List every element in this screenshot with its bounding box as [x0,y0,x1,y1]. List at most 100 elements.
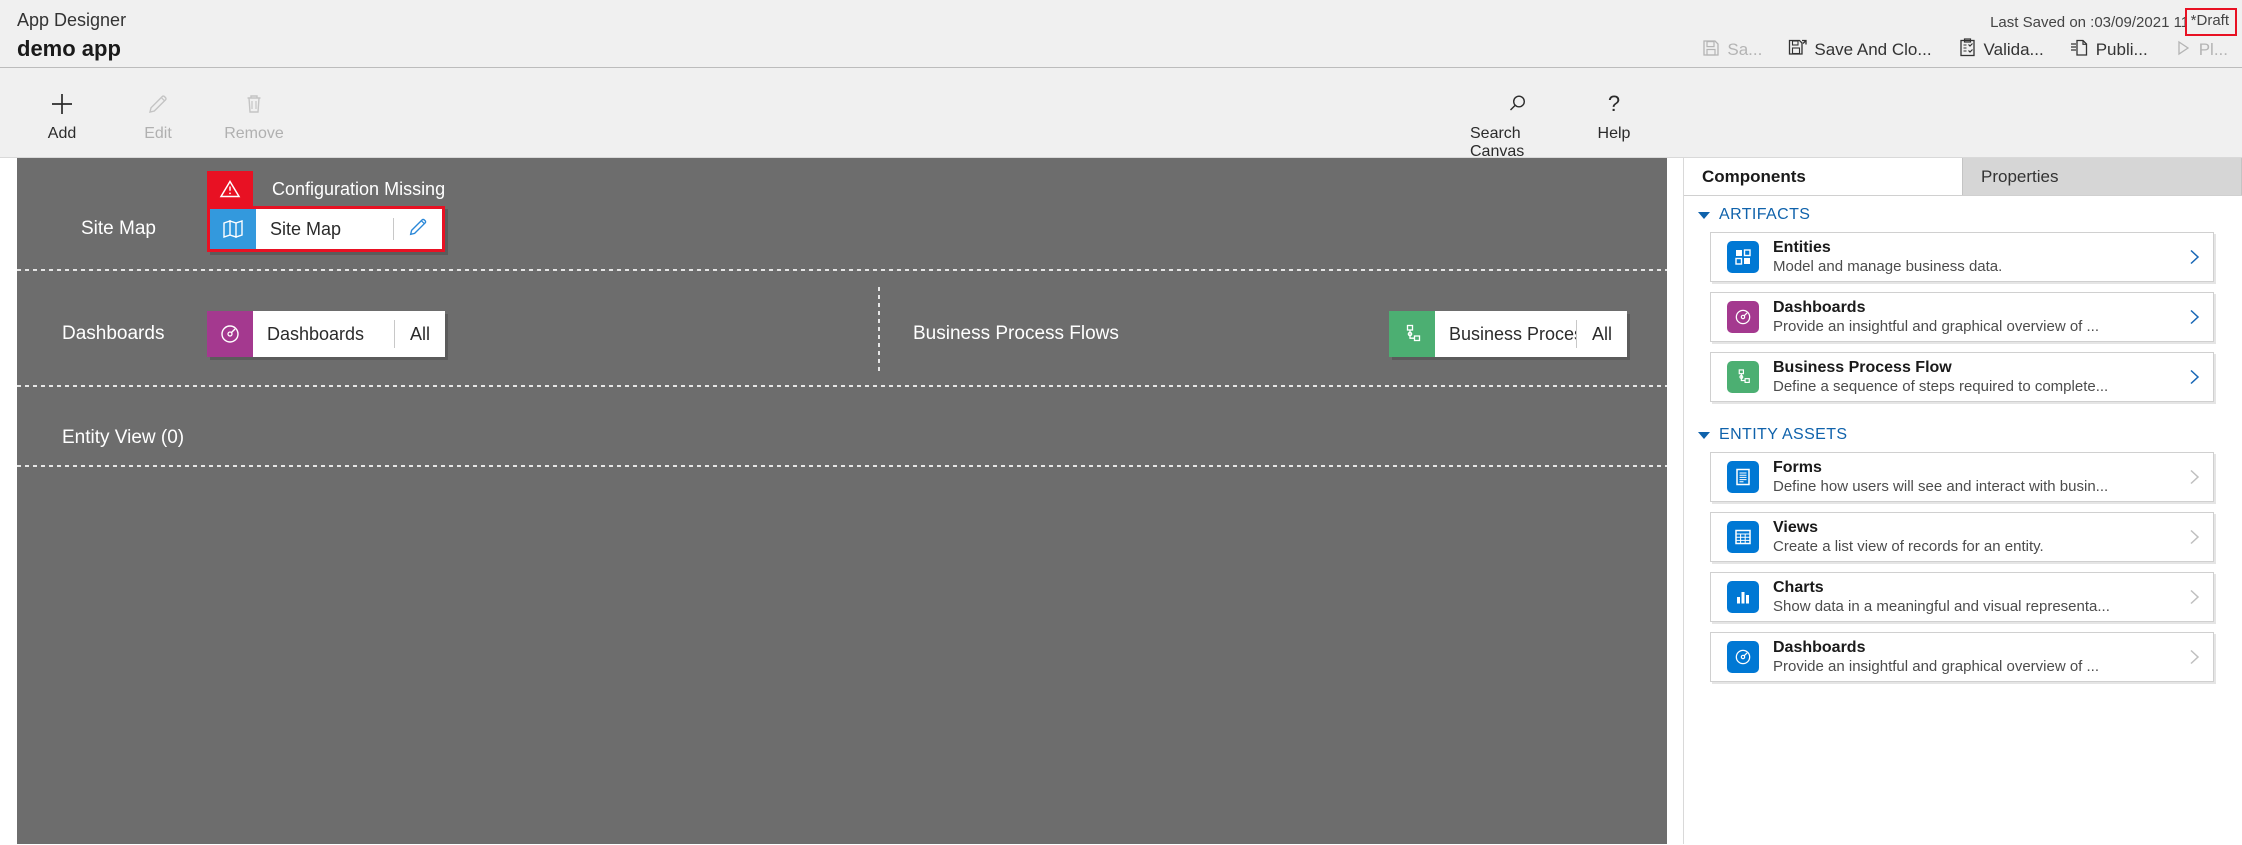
remove-button[interactable]: Remove [206,80,302,143]
header-action-group: Sa... Save And Clo... Valida... Publi... [1702,38,2228,62]
card-title: Charts [1773,578,1824,596]
bpf-tile-all-label[interactable]: All [1577,311,1627,357]
component-card-charts[interactable]: Charts Show data in a meaningful and vis… [1710,572,2214,622]
save-and-close-button[interactable]: Save And Clo... [1788,38,1932,62]
card-description: Provide an insightful and graphical over… [1773,657,2100,675]
canvas-section-sitemap: Site Map Configuration Missing Site Map [17,158,1667,271]
canvas-section-entity-view: Entity View (0) [17,387,1667,467]
dashboards-row-label: Dashboards [62,323,165,344]
app-name-title: demo app [17,36,121,61]
validate-icon [1958,38,1977,62]
command-bar: Add Edit Remove Search Canvas ? Help [0,68,2242,161]
component-card-views[interactable]: Views Create a list view of records for … [1710,512,2214,562]
gauge-icon [1727,641,1759,673]
dashboards-tile-label: Dashboards [267,323,365,344]
process-flow-icon [1389,311,1435,357]
card-title: Entities [1773,238,1831,256]
component-card-dashboards-artifact[interactable]: Dashboards Provide an insightful and gra… [1710,292,2214,342]
process-flow-icon [1727,361,1759,393]
components-panel: Components Properties ARTIFACTS Entities… [1683,158,2242,844]
card-title: Views [1773,518,1819,536]
component-card-business-process-flow[interactable]: Business Process Flow Define a sequence … [1710,352,2214,402]
configuration-missing-banner: Configuration Missing [207,171,445,207]
play-icon [2174,39,2192,62]
configuration-missing-text: Configuration Missing [272,178,446,199]
card-description: Define a sequence of steps required to c… [1773,377,2109,395]
search-icon [1505,88,1531,120]
tab-properties[interactable]: Properties [1963,158,2242,195]
gauge-icon [207,311,253,357]
help-button[interactable]: ? Help [1566,80,1662,161]
command-bar-left-group: Add Edit Remove [14,80,302,143]
help-button-label: Help [1597,125,1631,142]
publish-button[interactable]: Publi... [2070,38,2148,62]
chevron-right-icon [2175,467,2213,487]
sitemap-tile[interactable]: Site Map [207,206,445,252]
bpf-row-label: Business Process Flows [913,323,1119,344]
chevron-right-icon [2175,527,2213,547]
help-icon: ? [1601,88,1627,120]
component-card-forms[interactable]: Forms Define how users will see and inte… [1710,452,2214,502]
card-text: Charts Show data in a meaningful and vis… [1773,578,2175,617]
last-saved-text: Last Saved on :03/09/2021 11:48 [1990,14,2210,31]
card-text: Entities Model and manage business data. [1773,238,2175,277]
edit-button[interactable]: Edit [110,80,206,143]
card-description: Provide an insightful and graphical over… [1773,317,2100,335]
column-divider [878,287,880,371]
dashboards-tile-all-label[interactable]: All [395,311,445,357]
gauge-icon [1727,301,1759,333]
chevron-right-icon [2175,587,2213,607]
play-button-label: Pl... [2198,40,2228,59]
tab-properties-label: Properties [1981,166,2059,186]
search-canvas-label: Search Canvas [1470,125,1525,160]
chevron-right-icon[interactable] [2175,367,2213,387]
card-text: Dashboards Provide an insightful and gra… [1773,298,2175,337]
component-card-entities[interactable]: Entities Model and manage business data. [1710,232,2214,282]
card-description: Model and manage business data. [1773,257,2003,275]
card-description: Show data in a meaningful and visual rep… [1773,597,2110,615]
validate-button[interactable]: Valida... [1958,38,2044,62]
group-header-artifacts[interactable]: ARTIFACTS [1684,196,2234,232]
chevron-right-icon[interactable] [2175,247,2213,267]
business-process-flow-tile-label: Business Proces... [1449,323,1576,344]
charts-icon [1727,581,1759,613]
sitemap-row-label: Site Map [81,218,156,239]
tab-components[interactable]: Components [1684,158,1963,195]
card-title: Dashboards [1773,638,1866,656]
pencil-icon [145,88,171,120]
search-canvas-button[interactable]: Search Canvas [1470,80,1566,161]
card-text: Dashboards Provide an insightful and gra… [1773,638,2175,677]
plus-icon [48,88,76,120]
app-designer-label: App Designer [17,10,127,30]
play-button[interactable]: Pl... [2174,39,2228,62]
tab-components-label: Components [1702,166,1806,186]
entities-icon [1727,241,1759,273]
component-card-dashboards-entity-asset[interactable]: Dashboards Provide an insightful and gra… [1710,632,2214,682]
group-header-entity-assets[interactable]: ENTITY ASSETS [1684,412,2234,452]
app-canvas: Site Map Configuration Missing Site Map [17,158,1667,844]
sitemap-tile-label: Site Map [270,218,342,239]
canvas-section-dashboards: Dashboards Dashboards All Business Proce… [17,271,1667,387]
svg-text:?: ? [1608,91,1620,116]
card-text: Forms Define how users will see and inte… [1773,458,2175,497]
panel-content: ARTIFACTS Entities Model and manage busi… [1684,196,2242,844]
save-and-close-button-label: Save And Clo... [1814,40,1932,59]
panel-tabs: Components Properties [1684,158,2242,196]
app-header: App Designer demo app Last Saved on :03/… [0,0,2242,68]
group-title-entity-assets: ENTITY ASSETS [1719,426,1848,443]
add-button[interactable]: Add [14,80,110,143]
forms-icon [1727,461,1759,493]
map-icon [210,209,256,249]
edit-button-label: Edit [144,125,172,142]
dashboards-tile[interactable]: Dashboards All [207,311,445,357]
publish-button-label: Publi... [2095,40,2148,59]
chevron-right-icon[interactable] [2175,307,2213,327]
group-title-artifacts: ARTIFACTS [1719,206,1811,223]
sitemap-edit-button[interactable] [394,209,442,249]
card-text: Business Process Flow Define a sequence … [1773,358,2175,397]
pencil-icon [407,216,429,243]
save-button[interactable]: Sa... [1702,39,1762,62]
save-icon [1702,39,1720,62]
business-process-flow-tile[interactable]: Business Proces... All [1389,311,1627,357]
entity-view-row-label: Entity View (0) [62,427,185,448]
